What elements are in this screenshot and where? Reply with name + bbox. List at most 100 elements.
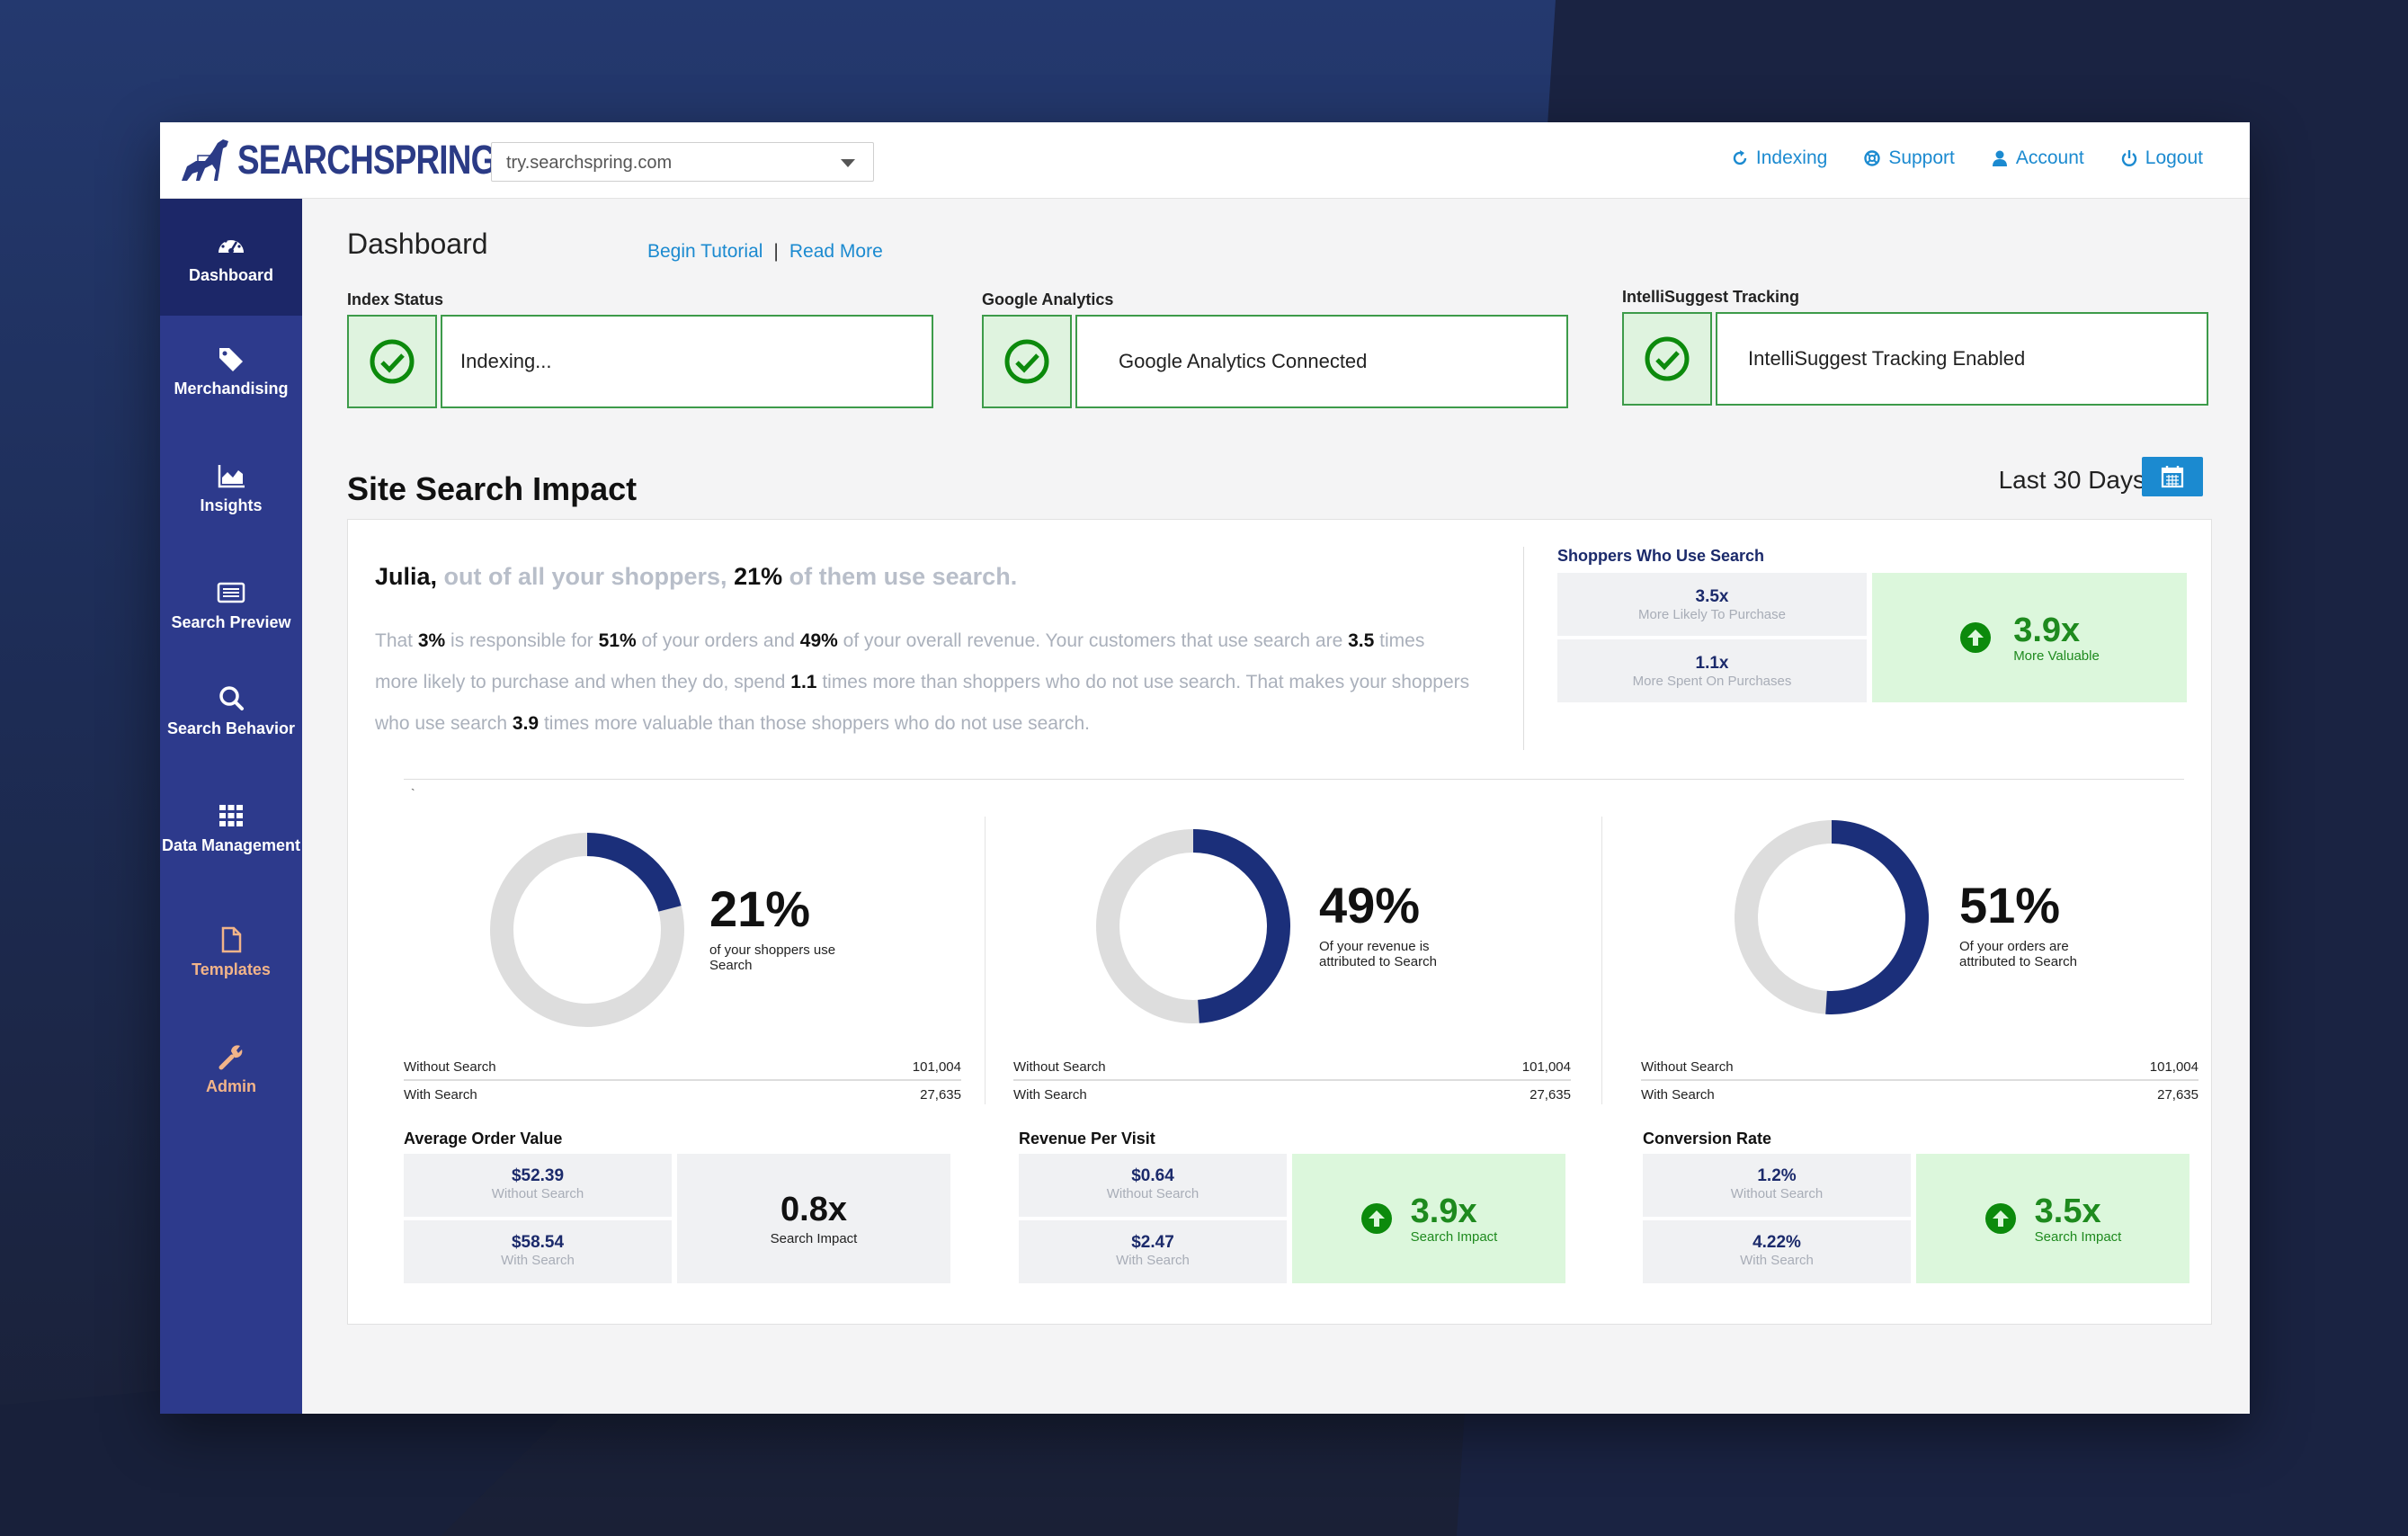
check-circle-icon (1004, 339, 1049, 384)
metric-value: $52.39 (511, 1166, 565, 1185)
shoppers-label: Shoppers Who Use Search (1557, 547, 1765, 565)
with-search-value: $2.47 With Search (1019, 1220, 1287, 1283)
metric-value: $2.47 (1131, 1233, 1174, 1252)
impact-caption: Search Impact (770, 1230, 858, 1246)
legend-label: With Search (1641, 1086, 1715, 1103)
power-icon (2121, 150, 2136, 166)
account-link[interactable]: Account (1991, 147, 2084, 169)
support-link[interactable]: Support (1863, 147, 1955, 169)
google-analytics-status: Google Analytics Google Analytics Connec… (982, 290, 1568, 408)
section-title: Site Search Impact (347, 470, 638, 507)
sidebar-item-insights[interactable]: Insights (160, 461, 302, 515)
donut-segment-with-search (586, 833, 682, 913)
tag-icon (219, 348, 243, 371)
area-chart-icon (218, 465, 245, 488)
intellisuggest-status: IntelliSuggest Tracking IntelliSuggest T… (1622, 288, 2208, 406)
legend-label: Without Search (404, 1058, 496, 1075)
donut-chart (1096, 829, 1290, 1023)
read-more-link[interactable]: Read More (789, 241, 883, 262)
more-valuable: 3.9x More Valuable (1872, 573, 2187, 702)
user-icon (1992, 150, 2007, 166)
stat-value: 3.5x (1695, 587, 1729, 606)
stat-caption: More Valuable (2013, 647, 2100, 664)
divider (1601, 817, 1602, 1104)
sidebar-item-merchandising[interactable]: Merchandising (160, 344, 302, 398)
sidebar-item-label: Templates (192, 960, 271, 978)
begin-tutorial-link[interactable]: Begin Tutorial (647, 241, 763, 262)
chevron-down-icon (841, 159, 855, 167)
indexing-link[interactable]: Indexing (1731, 147, 1827, 169)
status-text: Indexing... (441, 315, 933, 408)
top-bar: SEARCHSPRING try.searchspring.com Indexi… (160, 122, 2250, 199)
file-icon (221, 926, 242, 953)
calendar-button[interactable] (2142, 457, 2203, 496)
arrow-up-circle-icon (1984, 1203, 2016, 1234)
sidebar-item-templates[interactable]: Templates (160, 925, 302, 979)
legend-value: 101,004 (1521, 1058, 1571, 1075)
wrench-icon (219, 1045, 243, 1070)
donut-legend: Without Search 101,004 With Search 27,635 (1013, 1054, 1571, 1108)
summary-value: 3.5 (1348, 630, 1375, 651)
greyhound-logo-icon (182, 139, 228, 181)
without-search-value: $52.39 Without Search (404, 1154, 672, 1217)
logout-link[interactable]: Logout (2120, 147, 2203, 169)
summary-value: 1.1 (790, 672, 817, 692)
sidebar-item-label: Dashboard (188, 266, 274, 284)
site-selector-value: try.searchspring.com (506, 153, 673, 173)
sidebar-item-admin[interactable]: Admin (160, 1042, 302, 1096)
grid-icon (219, 805, 243, 826)
legend-label: With Search (1013, 1086, 1087, 1103)
metric-value: $58.54 (511, 1233, 565, 1252)
divider (1523, 547, 1524, 750)
lifebuoy-icon (1864, 150, 1881, 166)
sidebar-item-search-behavior[interactable]: Search Behavior (160, 684, 302, 738)
preview-icon (217, 582, 245, 603)
impact-value: 3.5x (2034, 1192, 2101, 1230)
legend-value: 27,635 (2157, 1086, 2198, 1103)
more-spent: 1.1x More Spent On Purchases (1557, 639, 1867, 702)
metric-caption: Without Search (491, 1186, 584, 1201)
metric-value: 1.2% (1757, 1166, 1797, 1185)
stat-caption: More Likely To Purchase (1638, 607, 1786, 622)
search-impact: 0.8x Search Impact (677, 1154, 950, 1283)
status-label: Index Status (347, 290, 444, 308)
metric-value: $0.64 (1131, 1166, 1174, 1185)
index-status: Index Status Indexing... (347, 290, 933, 408)
legend-label: Without Search (1013, 1058, 1106, 1075)
site-selector[interactable]: try.searchspring.com (491, 142, 874, 182)
metric-label: Conversion Rate (1643, 1130, 1772, 1148)
average-order-value: Average Order Value $52.39 Without Search… (404, 1130, 952, 1283)
donut-segment-with-search (1192, 829, 1290, 1023)
app-window: SEARCHSPRING try.searchspring.com Indexi… (160, 122, 2250, 1414)
donut-percent: 21% (709, 880, 811, 937)
status-text: IntelliSuggest Tracking Enabled (1716, 312, 2208, 406)
sidebar-item-label: Search Behavior (166, 719, 296, 737)
impact-panel: Julia, out of all your shoppers, 21% of … (347, 519, 2212, 1325)
greeting: Julia, out of all your shoppers, 21% of … (375, 563, 1017, 591)
with-search-value: 4.22% With Search (1643, 1220, 1911, 1283)
sidebar-item-dashboard[interactable]: Dashboard (160, 199, 302, 316)
check-circle-icon (1645, 336, 1690, 381)
summary-text: times more valuable than those shoppers … (539, 713, 1090, 734)
date-range-label: Last 30 Days (1998, 466, 2145, 494)
metric-value: 4.22% (1752, 1233, 1801, 1252)
sidebar-item-label: Admin (206, 1077, 256, 1095)
impact-value: 3.9x (1410, 1192, 1477, 1230)
sidebar-item-search-preview[interactable]: Search Preview (160, 578, 302, 632)
sidebar-item-label: Insights (200, 496, 263, 514)
page-title: Dashboard (347, 228, 488, 260)
summary-value: 3% (417, 630, 446, 651)
user-name: Julia, (375, 563, 438, 590)
summary-text: That (375, 630, 418, 651)
sidebar-item-label: Data Management (161, 836, 301, 854)
likely-to-purchase: 3.5x More Likely To Purchase (1557, 573, 1867, 636)
summary-value: 3.9 (512, 713, 540, 734)
summary-text: is responsible for (445, 630, 599, 651)
sidebar: Dashboard Merchandising Insights Search … (160, 199, 302, 1414)
metric-caption: With Search (1740, 1253, 1814, 1268)
sidebar-item-data-management[interactable]: Data Management (160, 801, 302, 855)
revenue-per-visit: Revenue Per Visit $0.64 Without Search $2… (1019, 1130, 1567, 1283)
donut-chart (490, 833, 684, 1027)
summary-value: 51% (598, 630, 637, 651)
greeting-text: out of all your shoppers, (437, 563, 735, 590)
